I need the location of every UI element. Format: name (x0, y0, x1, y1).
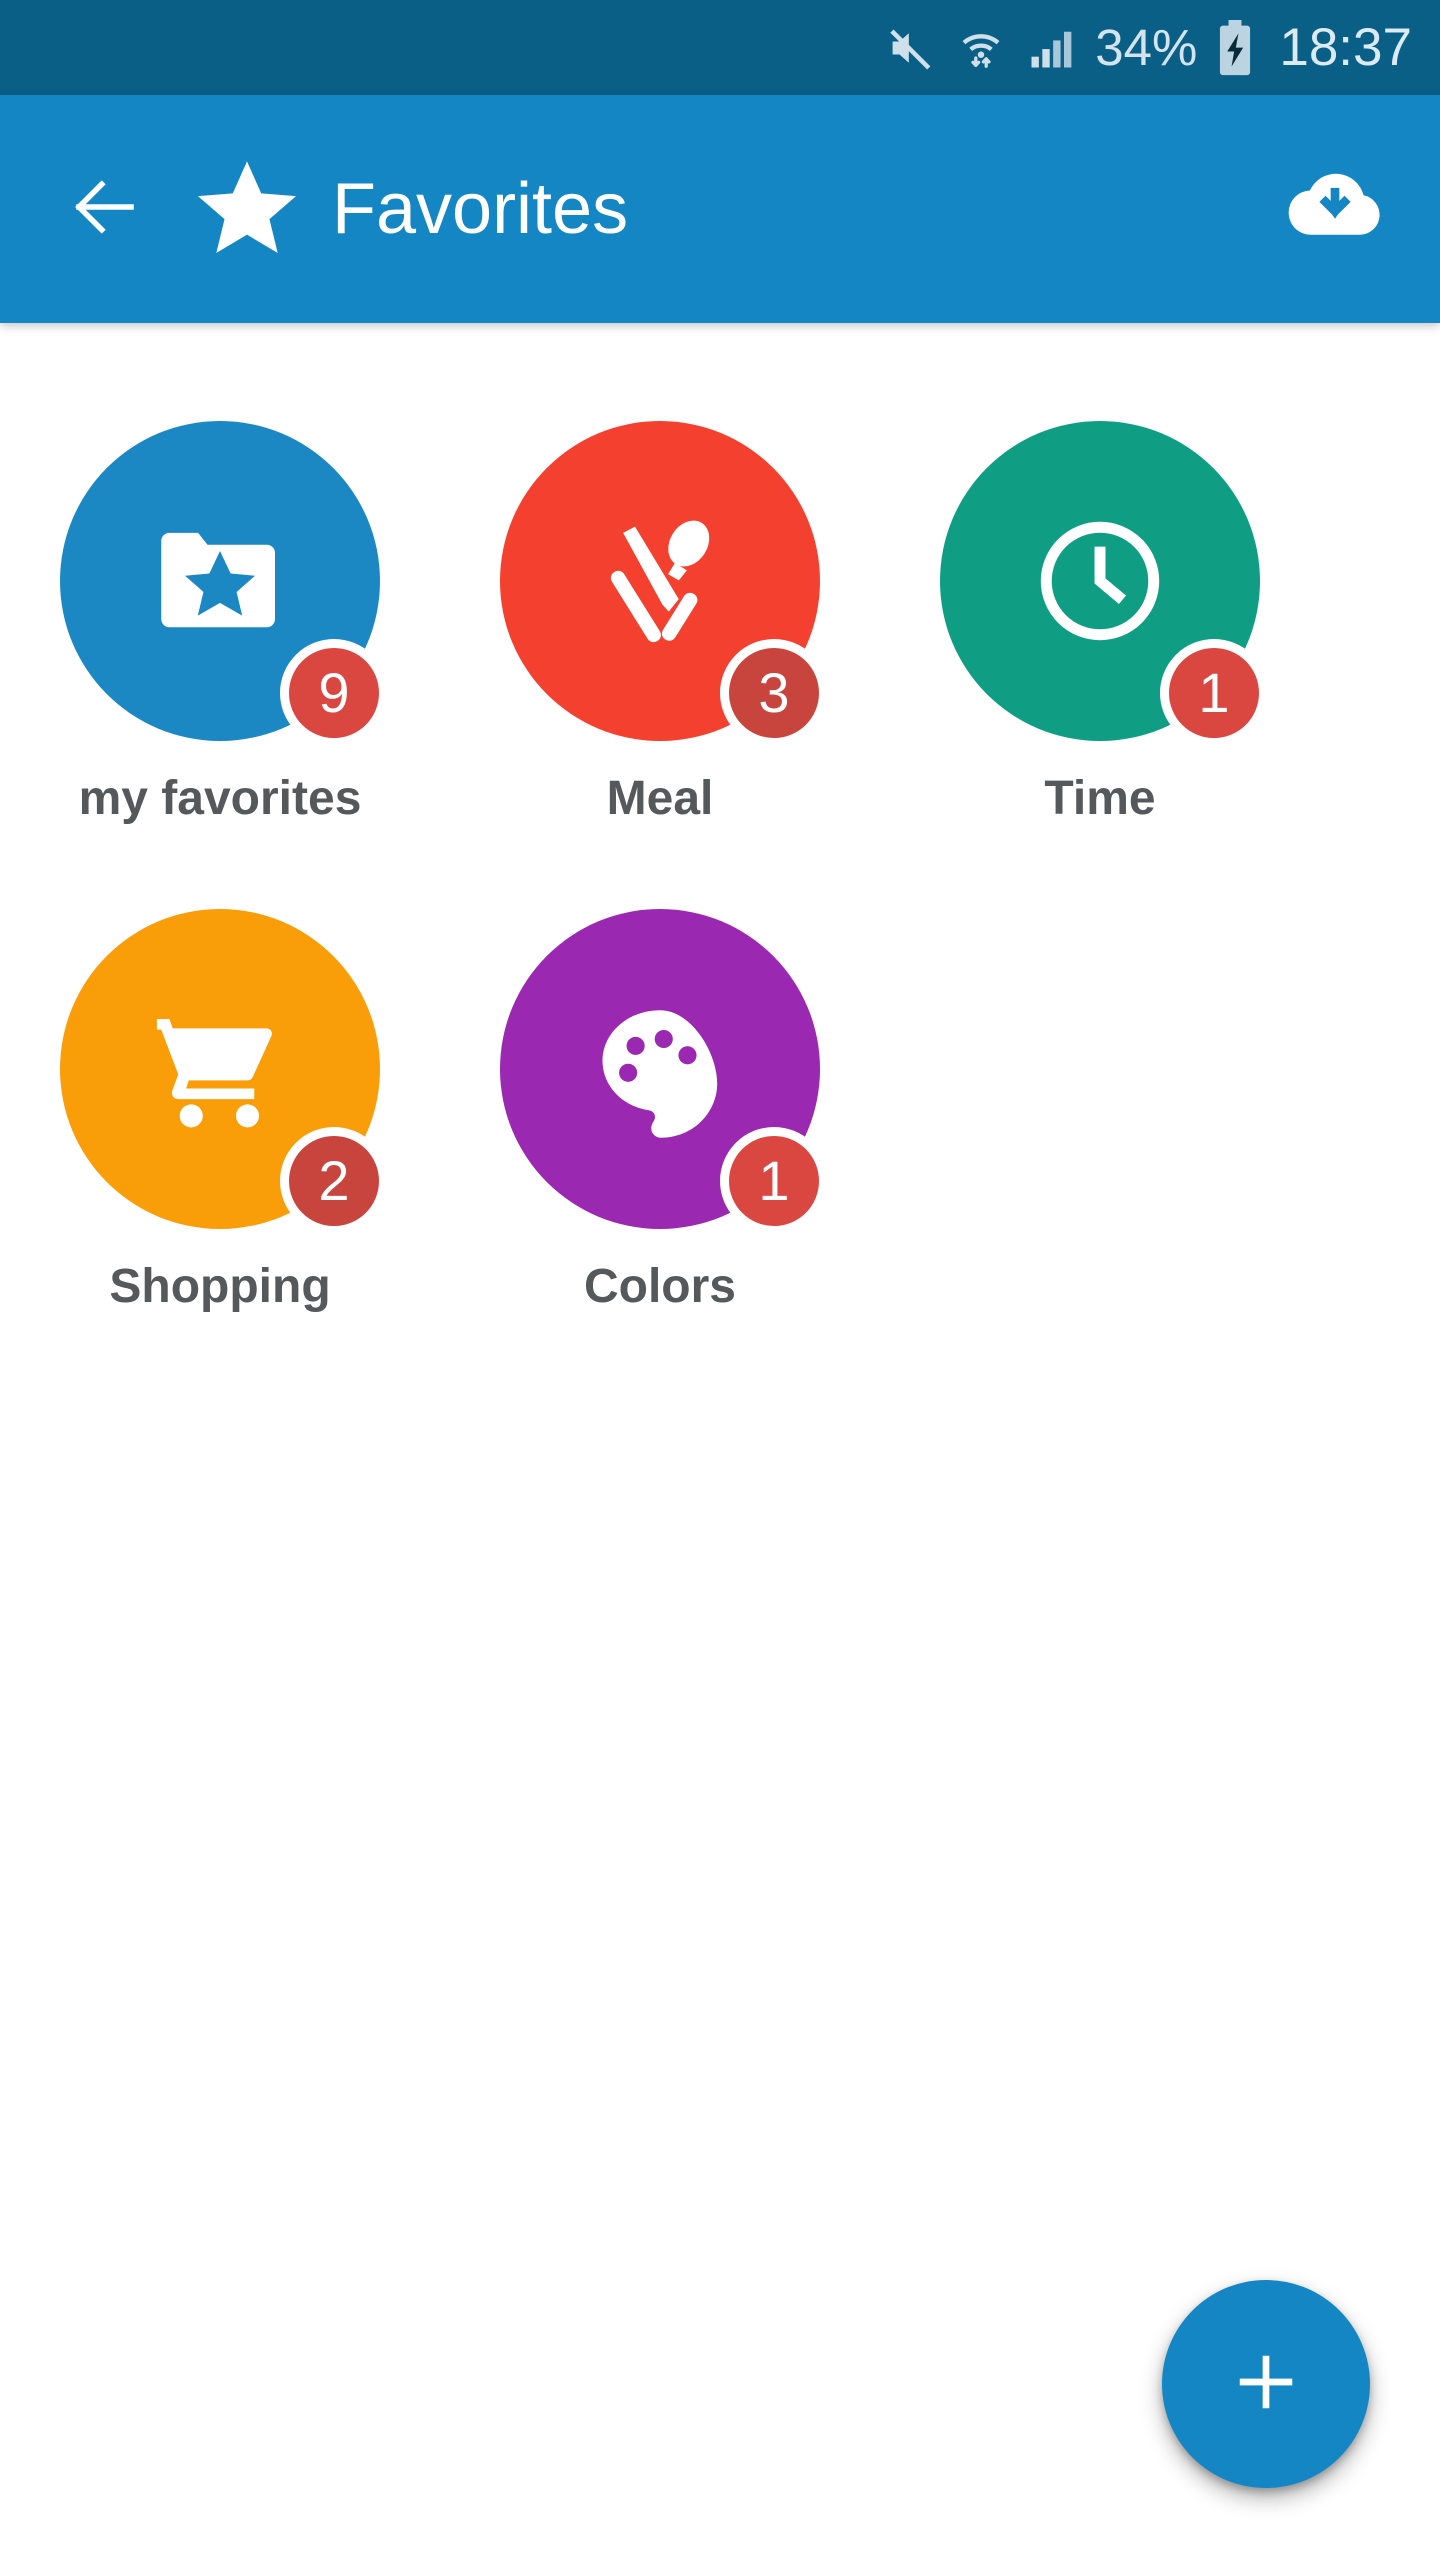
status-bar-icons: 34% 18:37 (885, 18, 1412, 77)
category-label: Meal (606, 772, 714, 825)
category-circle-wrap: 1 (500, 909, 828, 1235)
plus-icon (1224, 2340, 1308, 2429)
content-area: 9 my favorites 3 Meal 1 Time 2 Shopping 1 Colors (0, 323, 1440, 2560)
category-item-time[interactable]: 1 Time (880, 421, 1320, 823)
mute-icon (885, 22, 937, 74)
wifi-transfer-icon (955, 22, 1007, 74)
download-button[interactable] (1280, 154, 1390, 264)
category-label: my favorites (78, 772, 362, 825)
back-arrow-icon (66, 168, 144, 251)
add-button[interactable] (1162, 2280, 1370, 2488)
folder-star-icon (145, 506, 295, 656)
battery-charging-icon (1215, 19, 1255, 76)
knife-spoon-icon (585, 506, 735, 656)
page-title: Favorites (332, 169, 629, 249)
status-bar: 34% 18:37 (0, 0, 1440, 95)
category-item-meal[interactable]: 3 Meal (440, 421, 880, 823)
category-label: Colors (583, 1260, 736, 1313)
category-circle-wrap: 2 (60, 909, 388, 1235)
count-badge: 3 (720, 639, 828, 747)
category-item-my-favorites[interactable]: 9 my favorites (0, 421, 440, 823)
category-label: Time (1044, 772, 1156, 825)
cellular-signal-icon (1025, 22, 1077, 74)
clock-icon (1025, 506, 1175, 656)
shopping-cart-icon (145, 994, 295, 1144)
category-circle-wrap: 1 (940, 421, 1268, 747)
category-item-shopping[interactable]: 2 Shopping (0, 909, 440, 1311)
cloud-download-icon (1283, 155, 1387, 264)
category-grid: 9 my favorites 3 Meal 1 Time 2 Shopping 1 Colors (0, 323, 1440, 1397)
category-item-colors[interactable]: 1 Colors (440, 909, 880, 1311)
count-badge: 2 (280, 1127, 388, 1235)
count-badge: 1 (1160, 639, 1268, 747)
count-badge: 9 (280, 639, 388, 747)
star-icon (192, 154, 302, 264)
category-label: Shopping (109, 1260, 331, 1313)
back-button[interactable] (62, 166, 148, 252)
paint-palette-icon (585, 994, 735, 1144)
battery-percent-label: 34% (1095, 19, 1198, 76)
category-circle-wrap: 3 (500, 421, 828, 747)
count-badge: 1 (720, 1127, 828, 1235)
app-bar: Favorites (0, 95, 1440, 323)
clock-time-label: 18:37 (1279, 18, 1412, 77)
category-circle-wrap: 9 (60, 421, 388, 747)
